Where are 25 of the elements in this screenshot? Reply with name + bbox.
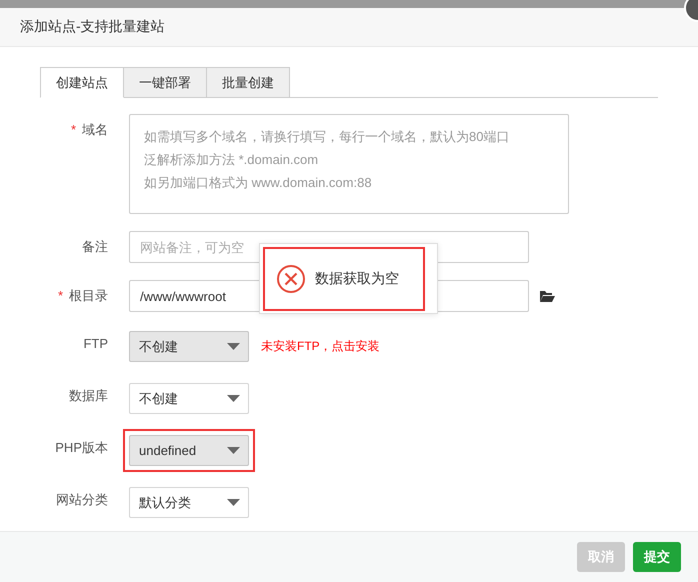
field-label: 根目录	[69, 287, 108, 305]
field-label: 备注	[82, 238, 108, 256]
required-mark: *	[70, 121, 76, 139]
tab[interactable]: 创建站点	[40, 67, 124, 98]
field-label: PHP版本	[55, 439, 108, 457]
caret-icon	[227, 447, 240, 454]
required-mark: *	[58, 287, 63, 305]
folder-icon[interactable]	[539, 290, 555, 302]
caret-icon	[227, 343, 240, 350]
message-text: 数据获取为空	[315, 270, 399, 288]
field-label: 数据库	[69, 387, 108, 405]
select-dropdown[interactable]: 不创建	[129, 383, 249, 414]
error-icon	[276, 264, 306, 294]
tab[interactable]: 批量创建	[207, 67, 290, 98]
tab[interactable]: 一键部署	[124, 67, 207, 98]
placeholder-text: 如另加端口格式为 www.domain.com:88	[144, 175, 373, 191]
select-dropdown[interactable]: 默认分类	[129, 487, 249, 518]
field-label: 域名	[82, 121, 108, 139]
field-label: FTP	[83, 335, 108, 353]
placeholder-text: 如需填写多个域名，请换行填写，每行一个域名，默认为80端口	[144, 129, 510, 145]
field-label: 网站分类	[56, 491, 108, 509]
placeholder-text: 泛解析添加方法 *.domain.com	[144, 152, 320, 168]
dialog-title: 添加站点-支持批量建站	[20, 18, 165, 36]
caret-icon	[227, 499, 240, 506]
caret-icon	[227, 395, 240, 402]
